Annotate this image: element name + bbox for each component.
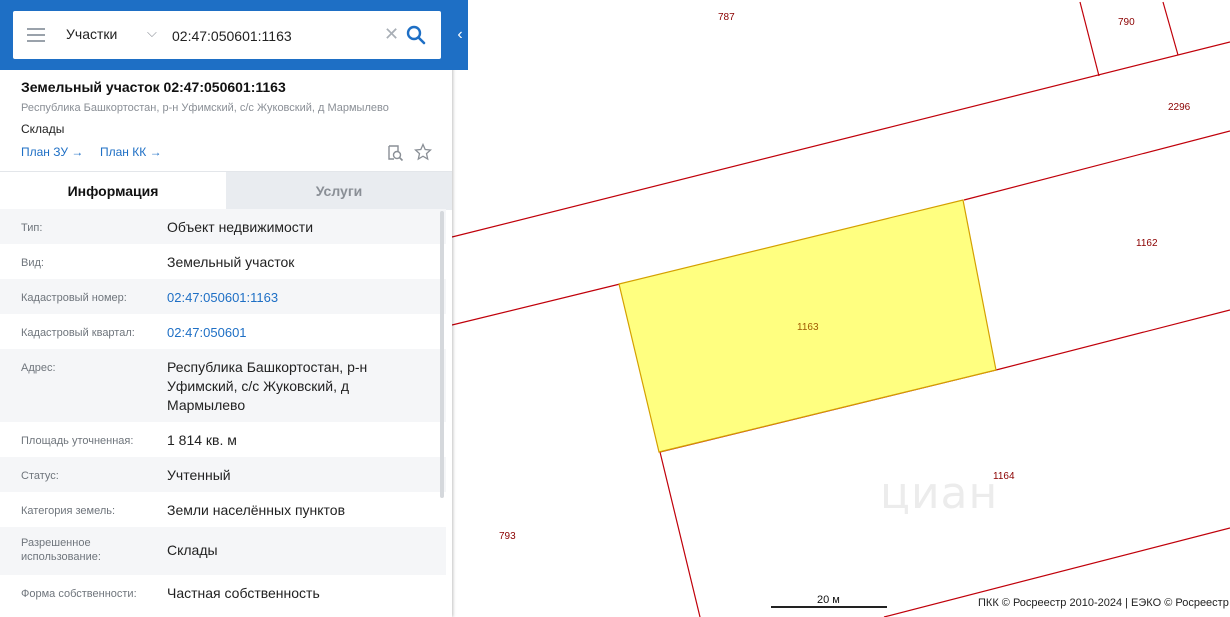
cadastral-quarter-link[interactable]: 02:47:050601	[167, 323, 407, 342]
object-use: Склады	[21, 122, 65, 136]
clear-icon[interactable]: ✕	[384, 24, 399, 44]
star-icon[interactable]	[414, 143, 432, 161]
info-row: Статус: Учтенный	[0, 457, 446, 492]
info-row: Кадастровый номер: 02:47:050601:1163	[0, 279, 446, 314]
tab-bar: Информация Услуги	[0, 171, 452, 210]
parcel-label-1163: 1163	[797, 322, 819, 333]
parcel-label-787: 787	[718, 12, 735, 23]
info-label: Тип:	[21, 222, 43, 234]
parcel-boundary	[659, 451, 701, 617]
info-row: Тип: Объект недвижимости	[0, 209, 446, 244]
info-label: Кадастровый номер:	[21, 292, 127, 304]
info-label: Категория земель:	[21, 505, 116, 517]
parcel-boundary	[1079, 1, 1100, 77]
parcel-boundary	[1162, 1, 1179, 56]
info-value: Склады	[167, 542, 218, 558]
object-header: Земельный участок 02:47:050601:1163 Респ…	[0, 70, 452, 171]
parcel-boundary	[451, 283, 621, 326]
info-label: Разрешенное использование:	[21, 537, 101, 563]
scrollbar[interactable]	[440, 211, 444, 498]
tab-information[interactable]: Информация	[0, 172, 226, 210]
info-label: Форма собственности:	[21, 588, 137, 600]
watermark: циан	[880, 468, 999, 519]
info-row: Вид: Земельный участок	[0, 244, 446, 279]
document-search-icon[interactable]	[386, 144, 404, 162]
object-address: Республика Башкортостан, р-н Уфимский, с…	[21, 102, 389, 114]
menu-icon[interactable]	[27, 28, 45, 42]
collapse-panel-icon[interactable]: ‹	[452, 0, 468, 70]
search-bar: Участки ⌵ ✕	[0, 0, 452, 70]
parcel-label-1162: 1162	[1136, 238, 1158, 249]
copyright-text: ПКК © Росреестр 2010-2024 | ЕЭКО © Росре…	[978, 597, 1229, 609]
info-value: Республика Башкортостан, р-н Уфимский, с…	[167, 359, 368, 413]
info-table: Тип: Объект недвижимости Вид: Земельный …	[0, 209, 446, 617]
info-label: Адрес:	[21, 362, 56, 374]
info-row: Разрешенное использование: Склады	[0, 527, 446, 575]
info-row: Площадь уточненная: 1 814 кв. м	[0, 422, 446, 457]
scale-label: 20 м	[817, 594, 840, 606]
search-box: Участки ⌵ ✕	[13, 11, 441, 59]
info-label: Кадастровый квартал:	[21, 327, 135, 339]
info-label: Площадь уточненная:	[21, 435, 134, 447]
cadastral-number-link[interactable]: 02:47:050601:1163	[167, 288, 407, 307]
scale-bar	[771, 606, 887, 608]
parcel-boundary	[995, 309, 1230, 371]
info-value: Учтенный	[167, 467, 231, 483]
info-label: Статус:	[21, 470, 59, 482]
info-row: Адрес: Республика Башкортостан, р-н Уфим…	[0, 349, 446, 422]
info-value: Объект недвижимости	[167, 219, 314, 235]
object-title: Земельный участок 02:47:050601:1163	[21, 79, 286, 95]
info-row: Форма собственности: Частная собственнос…	[0, 575, 446, 610]
info-row: Кадастровый квартал: 02:47:050601	[0, 314, 446, 349]
plan-kk-link[interactable]: План КК →	[100, 145, 162, 159]
parcel-label-790: 790	[1118, 17, 1135, 28]
parcel-boundary	[963, 130, 1230, 201]
info-value: Частная собственность	[167, 585, 320, 601]
search-input[interactable]	[170, 23, 384, 49]
info-value: Земли населённых пунктов	[167, 502, 346, 518]
parcel-label-793: 793	[499, 531, 516, 542]
plan-zu-link[interactable]: План ЗУ →	[21, 145, 83, 159]
info-value: Земельный участок	[167, 254, 295, 270]
info-label: Вид:	[21, 257, 44, 269]
search-type-select[interactable]: Участки	[66, 26, 117, 42]
info-row: Категория земель: Земли населённых пункт…	[0, 492, 446, 527]
parcel-label-2296: 2296	[1168, 102, 1191, 113]
chevron-down-icon[interactable]: ⌵	[147, 25, 157, 41]
tab-services[interactable]: Услуги	[226, 172, 452, 210]
info-panel: Участки ⌵ ✕ Земельный участок 02:47:0506…	[0, 0, 452, 617]
parcel-boundary	[451, 41, 1230, 238]
search-icon[interactable]	[406, 25, 426, 45]
info-value: 1 814 кв. м	[167, 432, 237, 448]
